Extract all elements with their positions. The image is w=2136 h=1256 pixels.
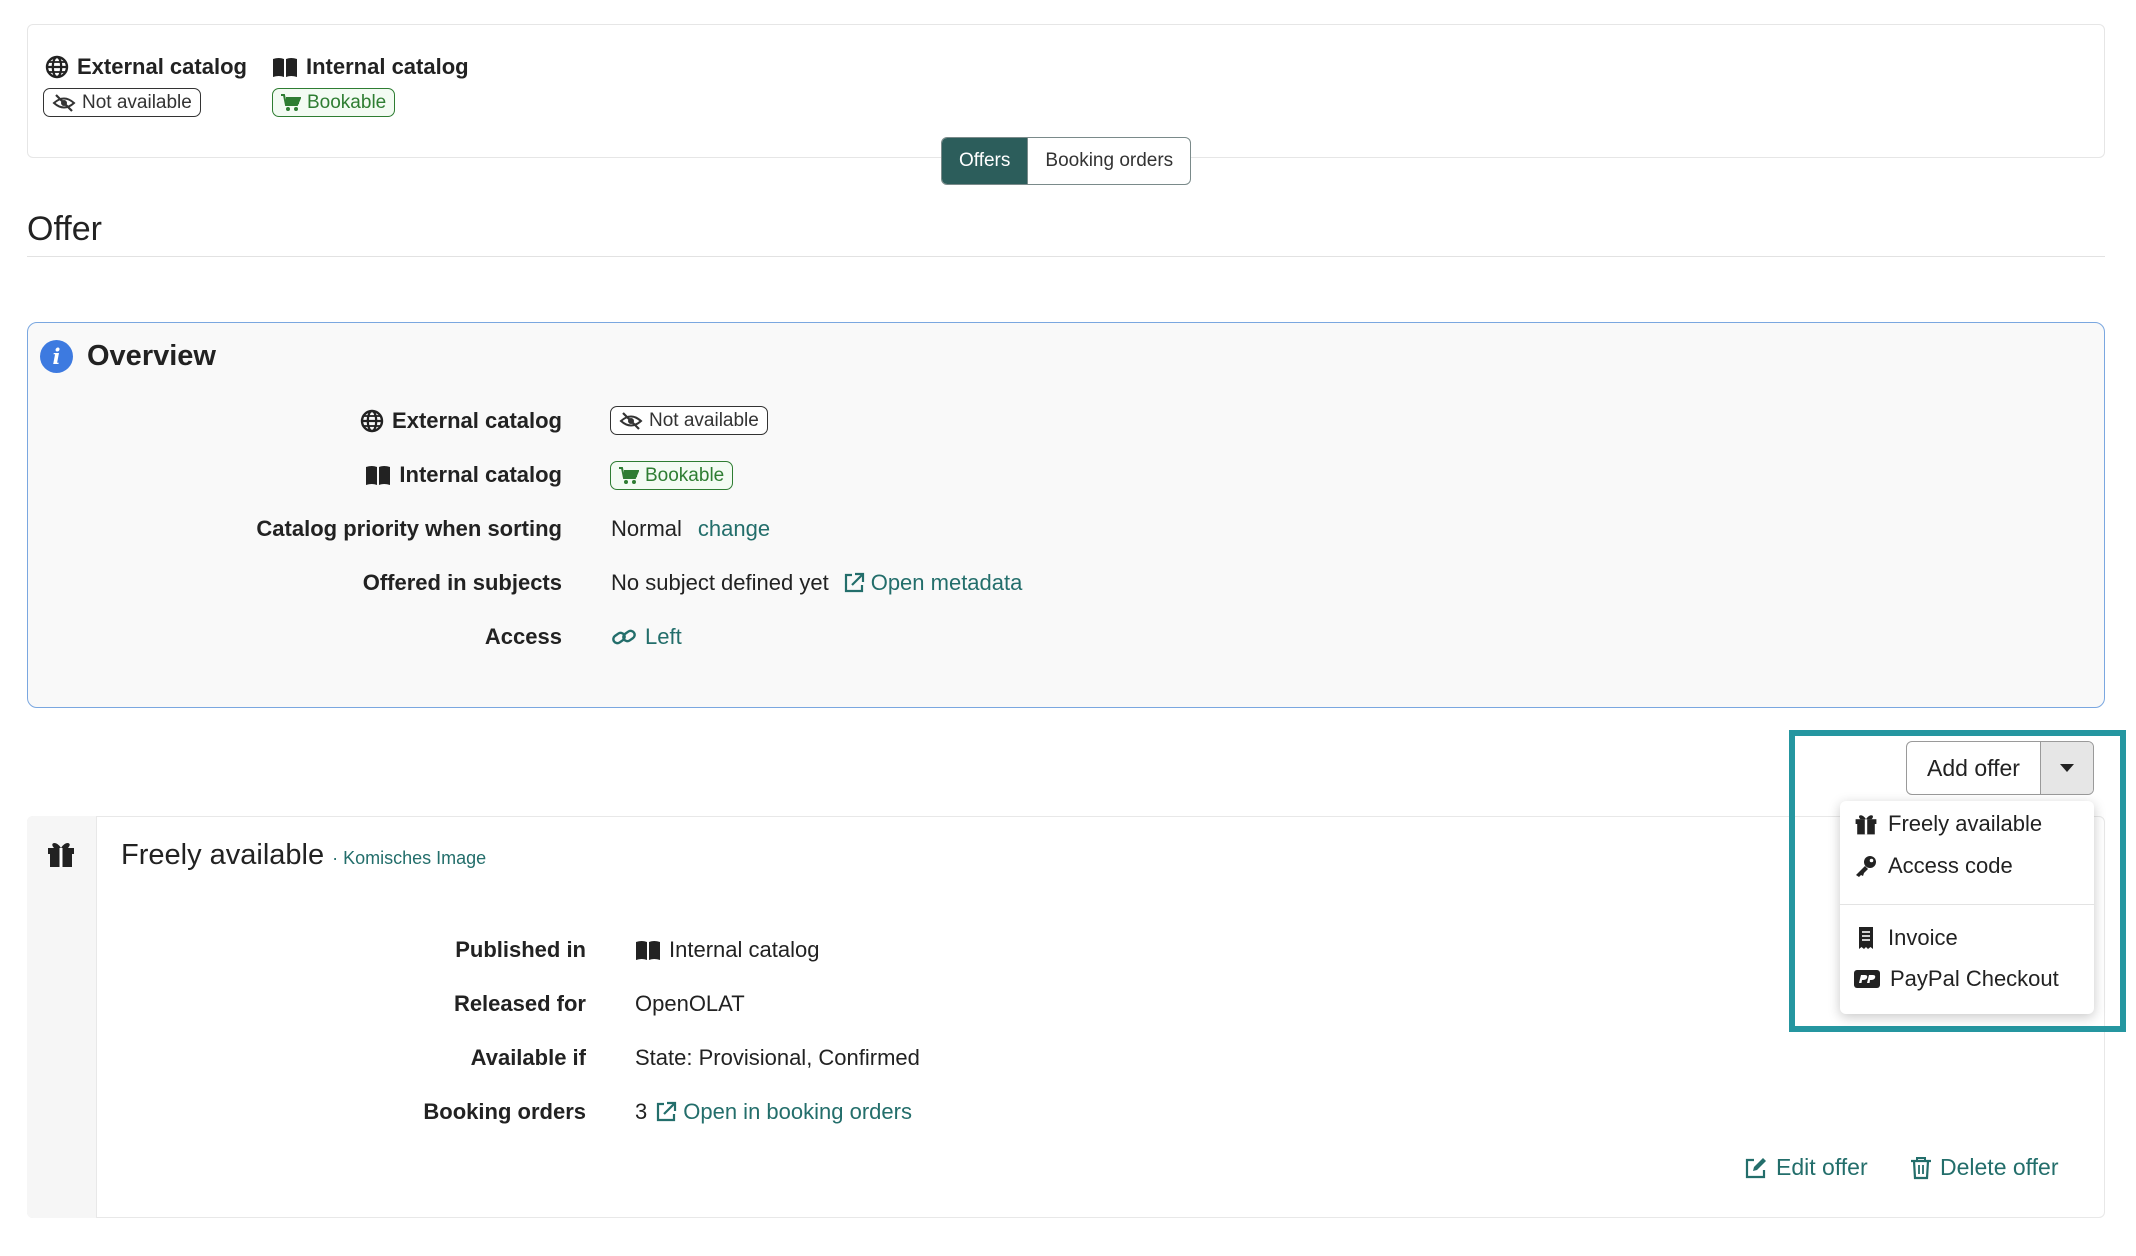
internal-catalog-heading: Internal catalog bbox=[272, 54, 469, 80]
internal-catalog-label: Internal catalog bbox=[306, 54, 469, 79]
overview-title: Overview bbox=[87, 340, 216, 372]
internal-status-badge: Bookable bbox=[272, 88, 396, 117]
menu-divider bbox=[1840, 904, 2094, 905]
menu-item-paypal-checkout[interactable]: PayPal Checkout bbox=[1854, 966, 2059, 992]
info-icon: i bbox=[40, 340, 73, 373]
overview-subjects-value: No subject defined yet Open metadata bbox=[611, 570, 1023, 596]
external-status-text: Not available bbox=[82, 91, 192, 113]
edit-icon bbox=[1744, 1156, 1768, 1180]
published-in-value: Internal catalog bbox=[635, 935, 819, 965]
external-catalog-label: External catalog bbox=[77, 54, 247, 79]
overview-priority-label: Catalog priority when sorting bbox=[256, 516, 562, 541]
cart-icon bbox=[281, 93, 301, 112]
overview-internal-badge: Bookable bbox=[610, 461, 734, 490]
available-if-value: State: Provisional, Confirmed bbox=[635, 1045, 920, 1070]
menu-item-freely-available[interactable]: Freely available bbox=[1854, 811, 2042, 837]
overview-heading: i Overview bbox=[40, 340, 216, 373]
offer-card-heading: Freely available · Komisches Image bbox=[121, 839, 486, 872]
gift-icon bbox=[1854, 812, 1878, 836]
globe-icon bbox=[45, 55, 69, 79]
trash-icon bbox=[1910, 1156, 1932, 1180]
offer-card-subtitle: · Komisches Image bbox=[332, 848, 487, 868]
cart-icon bbox=[619, 466, 639, 485]
published-in-label: Published in bbox=[455, 937, 586, 962]
add-offer-button[interactable]: Add offer bbox=[1907, 742, 2040, 794]
title-divider bbox=[27, 256, 2105, 257]
overview-internal-label: Internal catalog bbox=[200, 460, 562, 490]
booking-orders-label: Booking orders bbox=[423, 1099, 586, 1124]
overview-external-badge: Not available bbox=[610, 406, 768, 435]
caret-down-icon bbox=[2059, 763, 2075, 773]
book-icon bbox=[272, 56, 298, 78]
globe-icon bbox=[360, 409, 384, 433]
menu-item-access-code[interactable]: Access code bbox=[1854, 853, 2013, 879]
page-title: Offer bbox=[27, 210, 102, 248]
external-status-badge: Not available bbox=[43, 88, 201, 117]
add-offer-split-button: Add offer bbox=[1906, 741, 2094, 795]
delete-offer-button[interactable]: Delete offer bbox=[1910, 1154, 2058, 1181]
open-booking-orders-link[interactable]: Open in booking orders bbox=[655, 1099, 912, 1125]
overview-access-label: Access bbox=[484, 624, 562, 649]
released-for-label: Released for bbox=[453, 991, 586, 1016]
released-for-value: OpenOLAT bbox=[635, 991, 745, 1016]
book-icon bbox=[365, 464, 391, 486]
eye-slash-icon bbox=[619, 411, 643, 430]
tab-offers[interactable]: Offers bbox=[942, 138, 1028, 184]
add-offer-menu: Freely available Access code Invoice Pay… bbox=[1840, 801, 2094, 1014]
access-link[interactable]: Left bbox=[611, 622, 682, 652]
key-icon bbox=[1854, 854, 1878, 878]
booking-orders-value: 3 Open in booking orders bbox=[635, 1097, 912, 1127]
internal-status-text: Bookable bbox=[307, 91, 387, 113]
overview-subjects-label: Offered in subjects bbox=[362, 570, 562, 595]
external-link-icon bbox=[843, 572, 865, 594]
link-icon bbox=[611, 626, 637, 648]
open-metadata-link[interactable]: Open metadata bbox=[843, 570, 1022, 596]
offer-card-icon-column bbox=[27, 816, 97, 1218]
paypal-card-icon bbox=[1854, 969, 1880, 989]
external-link-icon bbox=[655, 1101, 677, 1123]
book-icon bbox=[635, 939, 661, 961]
tab-booking-orders[interactable]: Booking orders bbox=[1027, 138, 1190, 184]
external-catalog-heading: External catalog bbox=[45, 54, 247, 80]
booking-orders-count: 3 bbox=[635, 1099, 648, 1124]
receipt-icon bbox=[1854, 926, 1878, 950]
menu-item-invoice[interactable]: Invoice bbox=[1854, 925, 1958, 951]
offer-card-title: Freely available bbox=[121, 839, 325, 871]
overview-external-label: External catalog bbox=[200, 406, 562, 436]
edit-offer-button[interactable]: Edit offer bbox=[1744, 1154, 1868, 1181]
change-priority-link[interactable]: change bbox=[698, 516, 770, 542]
available-if-label: Available if bbox=[470, 1045, 586, 1070]
add-offer-dropdown-toggle[interactable] bbox=[2039, 742, 2093, 794]
gift-icon bbox=[46, 839, 76, 869]
eye-slash-icon bbox=[52, 93, 76, 112]
view-switch: Offers Booking orders bbox=[941, 137, 1192, 185]
overview-priority-value: Normal change bbox=[611, 516, 771, 542]
